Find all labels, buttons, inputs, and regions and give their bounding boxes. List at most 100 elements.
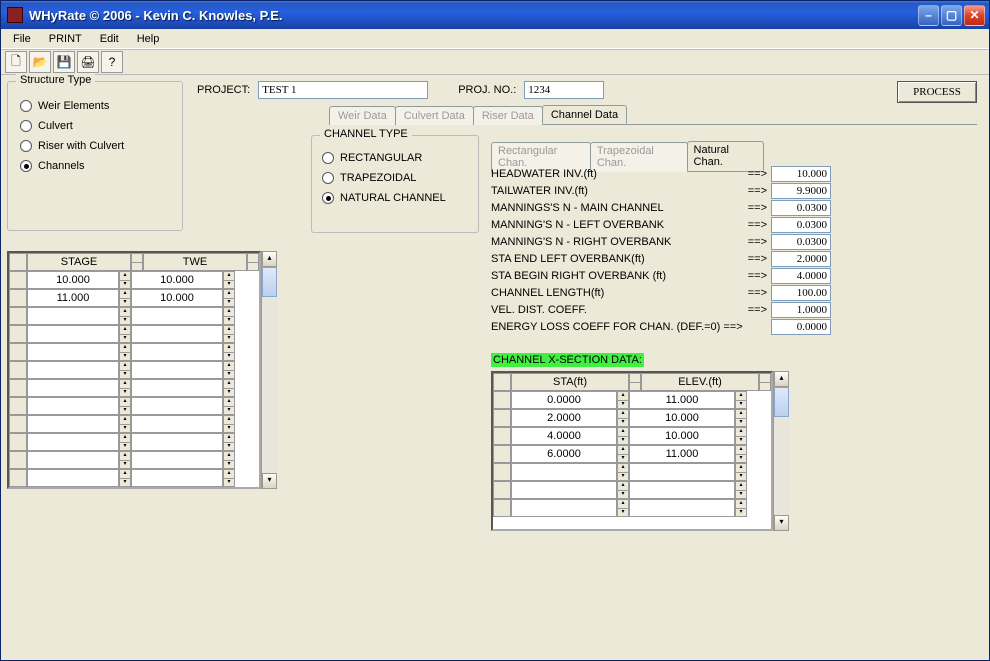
spin-control[interactable]: ▴▾ <box>617 481 629 499</box>
cell[interactable] <box>131 379 223 397</box>
row-header[interactable] <box>493 463 511 481</box>
spin-control[interactable]: ▴▾ <box>617 499 629 517</box>
spin-control[interactable]: ▴▾ <box>223 433 235 451</box>
tab-channel-data[interactable]: Channel Data <box>542 105 627 124</box>
scroll-up-icon[interactable]: ▴ <box>262 251 277 267</box>
param-input-1[interactable] <box>771 183 831 199</box>
cell[interactable]: 10.000 <box>131 271 223 289</box>
param-input-4[interactable] <box>771 234 831 250</box>
process-button[interactable]: PROCESS <box>897 81 977 103</box>
spin-control[interactable]: ▴▾ <box>223 379 235 397</box>
help-icon[interactable]: ? <box>101 51 123 73</box>
row-header[interactable] <box>9 289 27 307</box>
cell[interactable]: 2.0000 <box>511 409 617 427</box>
row-header[interactable] <box>493 409 511 427</box>
projno-input[interactable] <box>524 81 604 99</box>
spin-control[interactable]: ▴▾ <box>223 415 235 433</box>
channel-type-radio-1[interactable]: TRAPEZOIDAL <box>322 168 468 188</box>
xsection-scrollbar[interactable]: ▴ ▾ <box>773 371 789 531</box>
spin-control[interactable]: ▴▾ <box>119 289 131 307</box>
scroll-up-icon[interactable]: ▴ <box>774 371 789 387</box>
spin-control[interactable]: ▴▾ <box>119 415 131 433</box>
tab-culvert-data[interactable]: Culvert Data <box>395 106 474 125</box>
cell[interactable] <box>27 343 119 361</box>
spin-control[interactable]: ▴▾ <box>735 481 747 499</box>
spin-control[interactable]: ▴▾ <box>119 307 131 325</box>
cell[interactable] <box>27 397 119 415</box>
row-header[interactable] <box>9 451 27 469</box>
cell[interactable] <box>131 343 223 361</box>
menu-file[interactable]: File <box>5 31 39 47</box>
spin-control[interactable]: ▴▾ <box>119 379 131 397</box>
open-icon[interactable]: 📂 <box>29 51 51 73</box>
spin-control[interactable]: ▴▾ <box>119 451 131 469</box>
menu-help[interactable]: Help <box>129 31 168 47</box>
menu-print[interactable]: PRINT <box>41 31 90 47</box>
spin-control[interactable]: ▴▾ <box>223 271 235 289</box>
row-header[interactable] <box>493 427 511 445</box>
tab-weir-data[interactable]: Weir Data <box>329 106 396 125</box>
row-header[interactable] <box>493 481 511 499</box>
spin-control[interactable]: ▴▾ <box>119 343 131 361</box>
menu-edit[interactable]: Edit <box>92 31 127 47</box>
row-header[interactable] <box>9 415 27 433</box>
channel-type-radio-2[interactable]: NATURAL CHANNEL <box>322 188 468 208</box>
spin-control[interactable]: ▴▾ <box>119 361 131 379</box>
spin-control[interactable]: ▴▾ <box>223 307 235 325</box>
spin-control[interactable]: ▴▾ <box>119 433 131 451</box>
row-header[interactable] <box>9 379 27 397</box>
cell[interactable]: 10.000 <box>629 427 735 445</box>
cell[interactable] <box>27 307 119 325</box>
cell[interactable] <box>629 499 735 517</box>
cell[interactable] <box>27 433 119 451</box>
scroll-thumb[interactable] <box>262 267 277 297</box>
maximize-button[interactable]: ▢ <box>941 5 962 26</box>
spin-control[interactable]: ▴▾ <box>223 469 235 487</box>
new-icon[interactable]: 🗋 <box>5 51 27 73</box>
row-header[interactable] <box>9 469 27 487</box>
row-header[interactable] <box>9 325 27 343</box>
cell[interactable]: 10.000 <box>27 271 119 289</box>
spin-control[interactable]: ▴▾ <box>735 391 747 409</box>
spin-control[interactable]: ▴▾ <box>223 397 235 415</box>
cell[interactable] <box>27 379 119 397</box>
scroll-thumb[interactable] <box>774 387 789 417</box>
spin-control[interactable]: ▴▾ <box>223 343 235 361</box>
cell[interactable] <box>511 481 617 499</box>
spin-control[interactable]: ▴▾ <box>617 463 629 481</box>
cell[interactable] <box>629 463 735 481</box>
scroll-down-icon[interactable]: ▾ <box>262 473 277 489</box>
save-icon[interactable]: 💾 <box>53 51 75 73</box>
cell[interactable] <box>511 463 617 481</box>
row-header[interactable] <box>9 361 27 379</box>
cell[interactable] <box>131 397 223 415</box>
close-button[interactable]: ✕ <box>964 5 985 26</box>
row-header[interactable] <box>493 445 511 463</box>
structure-radio-2[interactable]: Riser with Culvert <box>20 136 170 156</box>
row-header[interactable] <box>9 271 27 289</box>
param-input-2[interactable] <box>771 200 831 216</box>
spin-control[interactable]: ▴▾ <box>735 463 747 481</box>
cell[interactable] <box>27 325 119 343</box>
cell[interactable]: 11.000 <box>629 391 735 409</box>
tab-riser-data[interactable]: Riser Data <box>473 106 543 125</box>
cell[interactable]: 0.0000 <box>511 391 617 409</box>
row-header[interactable] <box>9 307 27 325</box>
spin-control[interactable]: ▴▾ <box>617 427 629 445</box>
row-header[interactable] <box>9 433 27 451</box>
param-input-5[interactable] <box>771 251 831 267</box>
spin-control[interactable]: ▴▾ <box>735 427 747 445</box>
cell[interactable] <box>629 481 735 499</box>
cell[interactable] <box>131 361 223 379</box>
channel-type-radio-0[interactable]: RECTANGULAR <box>322 148 468 168</box>
subtab-natural-chan-[interactable]: Natural Chan. <box>687 141 764 171</box>
spin-control[interactable]: ▴▾ <box>735 445 747 463</box>
cell[interactable] <box>511 499 617 517</box>
cell[interactable]: 10.000 <box>629 409 735 427</box>
row-header[interactable] <box>493 391 511 409</box>
cell[interactable]: 10.000 <box>131 289 223 307</box>
stage-grid-scrollbar[interactable]: ▴ ▾ <box>261 251 277 489</box>
row-header[interactable] <box>9 397 27 415</box>
param-input-0[interactable] <box>771 166 831 182</box>
structure-radio-3[interactable]: Channels <box>20 156 170 176</box>
